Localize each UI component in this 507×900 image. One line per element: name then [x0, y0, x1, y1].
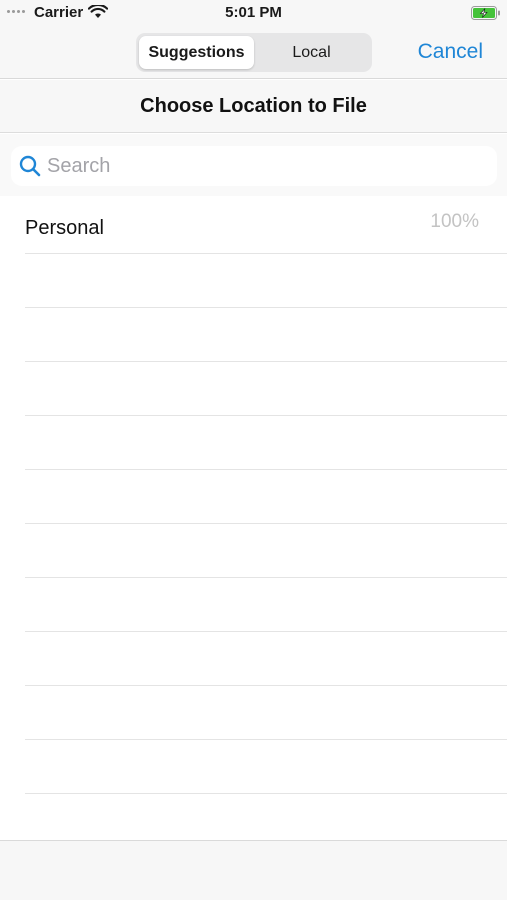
empty-row: [25, 632, 507, 686]
empty-row: [25, 416, 507, 470]
location-list: Personal 100%: [0, 200, 507, 794]
top-toolbar: Suggestions Local Cancel: [0, 26, 507, 79]
list-item-personal[interactable]: Personal 100%: [25, 200, 507, 254]
empty-row: [25, 686, 507, 740]
empty-row: [25, 524, 507, 578]
search-field[interactable]: [11, 146, 497, 186]
empty-row: [25, 308, 507, 362]
match-percentage: 100%: [430, 211, 479, 232]
empty-row: [25, 254, 507, 308]
battery-charging-icon: [471, 6, 501, 24]
segment-local[interactable]: Local: [254, 36, 369, 69]
cancel-button[interactable]: Cancel: [418, 40, 483, 64]
empty-row: [25, 578, 507, 632]
search-input[interactable]: [47, 154, 467, 178]
status-bar: Carrier 5:01 PM: [0, 0, 507, 26]
empty-row: [25, 740, 507, 794]
bottom-toolbar: [0, 840, 507, 900]
search-area: [0, 134, 507, 196]
page-title: Choose Location to File: [140, 94, 367, 117]
search-icon: [19, 155, 41, 177]
segment-suggestions[interactable]: Suggestions: [139, 36, 254, 69]
source-segmented-control: Suggestions Local: [136, 33, 372, 72]
status-time: 5:01 PM: [225, 4, 282, 21]
list-item-label: Personal: [25, 217, 104, 239]
title-bar: Choose Location to File: [0, 80, 507, 133]
empty-row: [25, 470, 507, 524]
empty-row: [25, 362, 507, 416]
